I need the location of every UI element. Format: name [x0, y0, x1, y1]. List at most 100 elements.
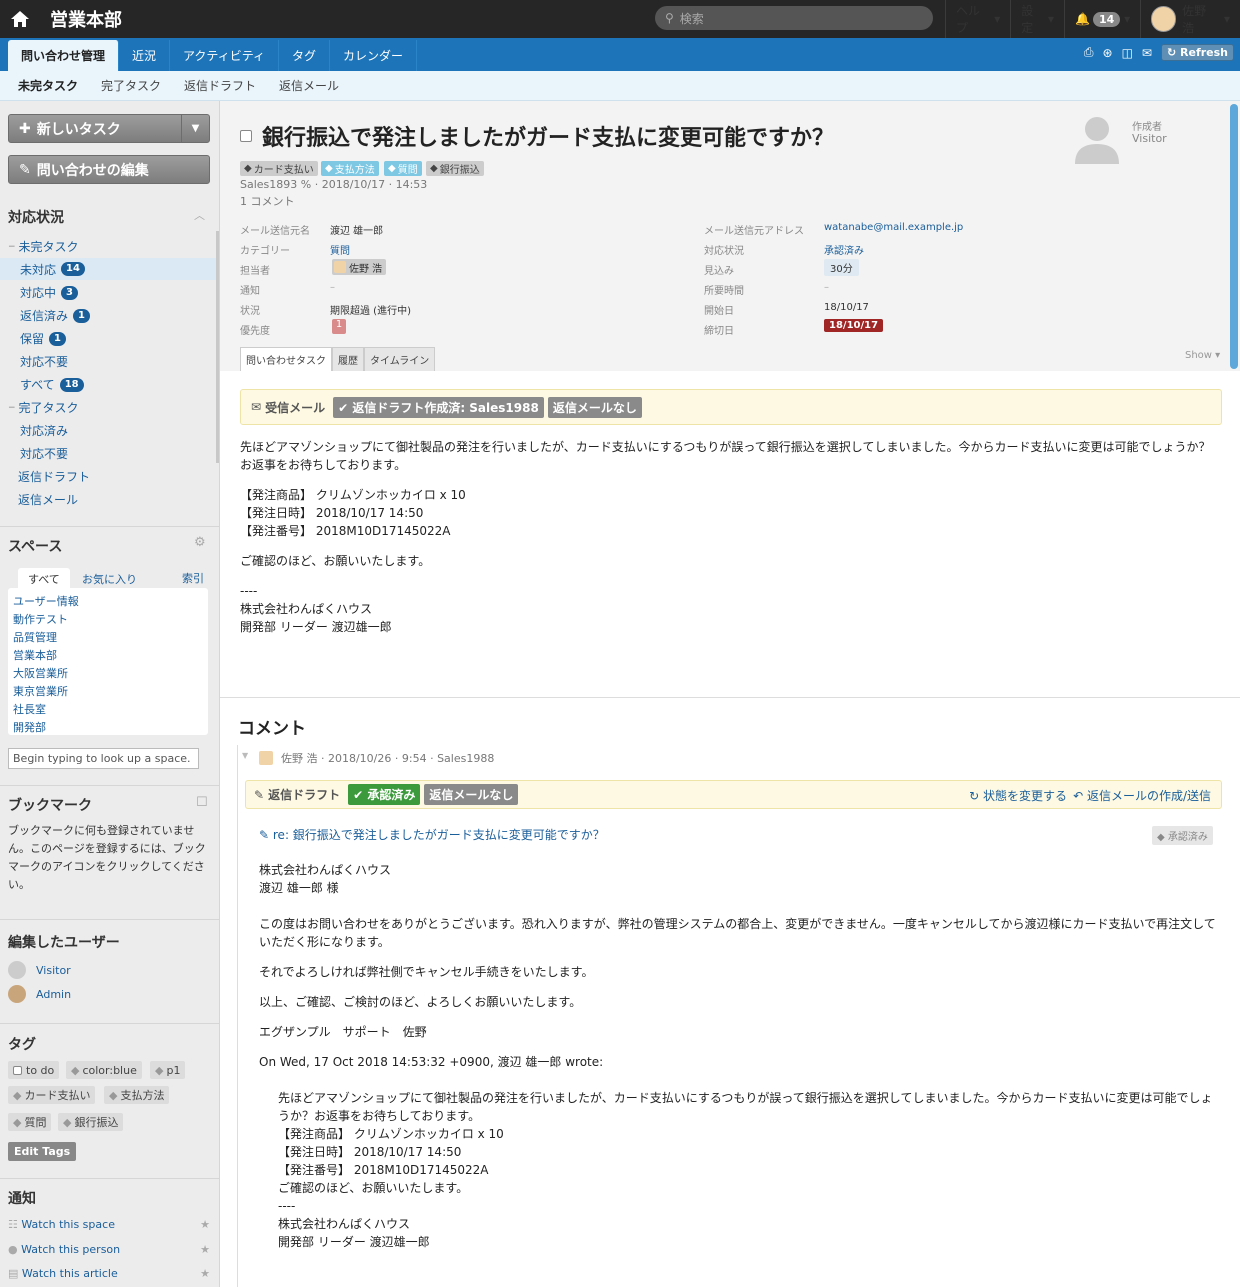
rss-icon[interactable]: ⊛ [1103, 46, 1113, 60]
nav-complete[interactable]: − 完了タスク [8, 399, 79, 416]
subnav-incomplete[interactable]: 未完タスク [18, 77, 78, 94]
chevron-up-icon[interactable]: ︿ [194, 207, 205, 223]
subtab-timeline[interactable]: タイムライン [364, 347, 436, 371]
tags-section-title: タグ [8, 1037, 36, 1053]
task-title: 銀行振込で発注しましたがガード支払に変更可能ですか？ [240, 120, 834, 152]
gear-icon[interactable]: ⚙ [194, 535, 206, 550]
space-link[interactable]: 東京営業所 [13, 683, 203, 701]
nav-replied[interactable]: 返信済み 1 [20, 307, 90, 324]
tab-tags[interactable]: タグ [279, 40, 331, 71]
space-link[interactable]: 動作テスト [13, 611, 203, 629]
field-category[interactable]: 質問 [330, 242, 350, 257]
space-tab-index[interactable]: 索引 [182, 570, 204, 586]
nav-unhandled[interactable]: 未対応 14 [0, 258, 216, 280]
subtab-inquiry[interactable]: 問い合わせタスク [240, 347, 332, 371]
watch-article-link[interactable]: ▤ Watch this article ★ [8, 1267, 210, 1280]
user-icon [8, 985, 26, 1003]
change-state-link[interactable]: ↻ 状態を変更する [969, 787, 1067, 804]
field-address[interactable]: watanabe@mail.example.jp [824, 222, 963, 233]
quote-line: 株式会社わんぱくハウス [278, 1217, 411, 1231]
tag-bank[interactable]: ◆ 銀行振込 [58, 1113, 124, 1131]
create-reply-link[interactable]: ↶ 返信メールの作成/送信 [1073, 787, 1211, 804]
space-title[interactable]: 営業本部 [50, 6, 122, 32]
tab-activity[interactable]: アクティビティ [170, 40, 279, 71]
quote-line: 【発注日時】 2018/10/17 14:50 [278, 1145, 462, 1159]
task-tag[interactable]: ◆ 銀行振込 [426, 161, 484, 176]
space-link[interactable]: ユーザー情報 [13, 593, 203, 611]
mail-body-line: ---- [240, 584, 258, 598]
task-tag[interactable]: ◆ カード支払い [240, 161, 318, 176]
watch-space-link[interactable]: ☷ Watch this space ★ [8, 1218, 210, 1231]
nav-in-progress[interactable]: 対応中 3 [20, 284, 78, 301]
show-toggle[interactable]: Show ▾ [1185, 350, 1220, 361]
space-link[interactable]: 大阪営業所 [13, 665, 203, 683]
tag-payment[interactable]: ◆ 支払方法 [104, 1086, 170, 1104]
tag-question[interactable]: ◆ 質問 [8, 1113, 52, 1131]
subnav-draft[interactable]: 返信ドラフト [184, 77, 256, 94]
tab-recent[interactable]: 近況 [119, 40, 171, 71]
creator-name[interactable]: Visitor [1132, 132, 1167, 145]
subnav-reply[interactable]: 返信メール [279, 77, 339, 94]
editor-admin[interactable]: Admin [8, 985, 71, 1003]
space-tab-all[interactable]: すべて [18, 568, 70, 590]
edit-tags-button[interactable]: Edit Tags [8, 1142, 77, 1161]
help-menu[interactable]: ヘルプ ▾ [945, 0, 1010, 38]
search-input[interactable]: ⚲ 検索 [655, 6, 933, 30]
editor-visitor[interactable]: Visitor [8, 961, 71, 979]
refresh-button[interactable]: ↻ Refresh [1160, 44, 1234, 61]
space-link[interactable]: 営業本部 [13, 647, 203, 665]
draft-created-chip[interactable]: ✔ 返信ドラフト作成済: Sales1988 [333, 396, 544, 418]
home-icon[interactable] [0, 0, 40, 38]
user-menu[interactable]: 佐野 浩 ▾ [1140, 0, 1240, 38]
nav-all[interactable]: すべて 18 [20, 376, 84, 393]
draft-subject-link[interactable]: ✎ re: 銀行振込で発注しましたがガード支払に変更可能ですか？ [259, 826, 605, 843]
comment-count[interactable]: 1 コメント [240, 193, 295, 209]
search-icon: ⚲ [665, 11, 674, 25]
star-icon[interactable]: ★ [200, 1218, 210, 1231]
print-icon[interactable]: ⎙ [1084, 45, 1094, 60]
tag-p1[interactable]: ◆ p1 [150, 1061, 186, 1079]
settings-menu[interactable]: 設定 ▾ [1010, 0, 1064, 38]
task-tag[interactable]: ◆ 支払方法 [321, 161, 379, 176]
subnav-complete[interactable]: 完了タスク [101, 77, 161, 94]
nav-not-needed[interactable]: 対応不要 [20, 353, 68, 370]
task-checkbox[interactable] [240, 130, 252, 142]
field-assignee[interactable]: 佐野 浩 [332, 259, 387, 275]
nav-hold[interactable]: 保留 1 [20, 330, 66, 347]
space-link[interactable]: 品質管理 [13, 629, 203, 647]
tab-inquiry[interactable]: 問い合わせ管理 [8, 40, 120, 71]
new-task-button[interactable]: ✚ 新しいタスク ▼ [8, 114, 210, 143]
field-label: 締切日 [704, 326, 734, 337]
space-link[interactable]: 開発部 [13, 719, 203, 737]
watch-person-link[interactable]: ● Watch this person ★ [8, 1243, 210, 1256]
nav-reply[interactable]: 返信メール [18, 491, 78, 508]
tag-todo[interactable]: to do [8, 1061, 60, 1079]
collapse-icon[interactable]: ▼ [242, 751, 248, 760]
tag-icon: ◆ [13, 1088, 22, 1102]
space-tab-favorites[interactable]: お気に入り [82, 571, 137, 587]
subtab-history[interactable]: 履歴 [332, 347, 364, 371]
nav-done-not-needed[interactable]: 対応不要 [20, 445, 68, 462]
tab-calendar[interactable]: カレンダー [330, 40, 418, 71]
scrollbar-thumb[interactable] [1230, 104, 1238, 369]
bookmark-empty-text: ブックマークに何も登録されていません。このページを登録するには、ブックマークのア… [8, 824, 206, 891]
field-status[interactable]: 承認済み [824, 242, 864, 257]
checkbox[interactable] [13, 1065, 22, 1075]
tag-card[interactable]: ◆ カード支払い [8, 1086, 96, 1104]
chevron-down-icon[interactable]: ▼ [181, 115, 209, 142]
nav-incomplete[interactable]: − 未完タスク [8, 238, 79, 255]
edit-inquiry-button[interactable]: ✎ 問い合わせの編集 [8, 155, 210, 184]
task-tag[interactable]: ◆ 質問 [384, 161, 422, 176]
star-icon[interactable]: ★ [200, 1243, 210, 1256]
save-icon[interactable]: ◫ [1122, 46, 1133, 60]
bookmark-icon[interactable]: ☐ [196, 795, 208, 810]
inbox-icon: ✉ [251, 400, 262, 414]
mail-icon[interactable]: ✉ [1142, 46, 1152, 60]
nav-draft[interactable]: 返信ドラフト [18, 468, 90, 485]
tag-color-blue[interactable]: ◆ color:blue [66, 1061, 142, 1079]
space-lookup-input[interactable]: Begin typing to look up a space. [8, 748, 199, 769]
space-link[interactable]: 社長室 [13, 701, 203, 719]
star-icon[interactable]: ★ [200, 1267, 210, 1280]
nav-done[interactable]: 対応済み [20, 422, 68, 439]
notification-menu[interactable]: 🔔 14 ▾ [1064, 0, 1140, 38]
